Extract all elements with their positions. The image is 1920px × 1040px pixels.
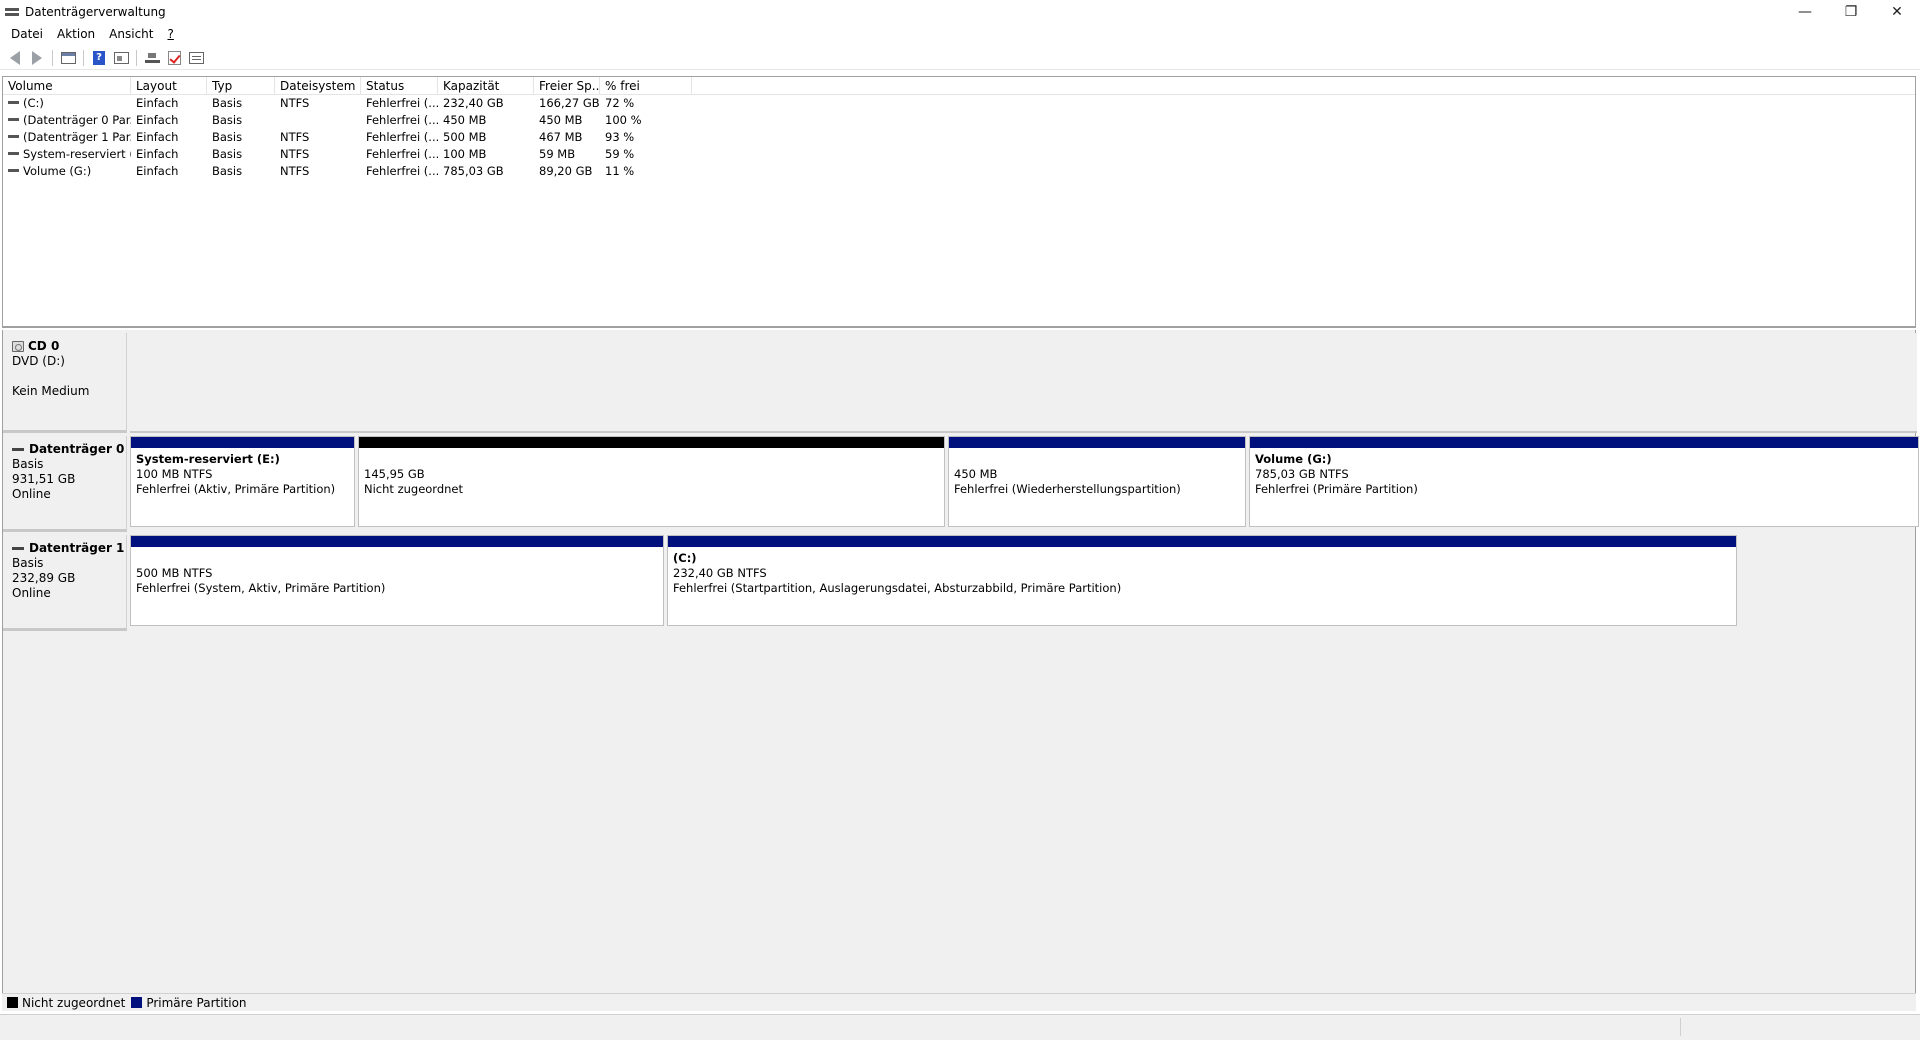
column-header-volume[interactable]: Volume bbox=[3, 77, 131, 94]
forward-button[interactable] bbox=[26, 48, 48, 68]
primary-partition-bar bbox=[668, 536, 1736, 547]
disk0-partitions: System-reserviert (E:) 100 MB NTFS Fehle… bbox=[127, 436, 1920, 532]
column-header-typ[interactable]: Typ bbox=[207, 77, 275, 94]
volume-icon bbox=[8, 135, 19, 138]
connect-disk-button[interactable] bbox=[141, 48, 163, 68]
primary-partition-bar bbox=[1250, 437, 1918, 448]
window-controls: — ❐ ✕ bbox=[1782, 0, 1920, 24]
table-row[interactable]: (Datenträger 0 Par... Einfach Basis Fehl… bbox=[3, 112, 1915, 129]
partition-recovery[interactable]: 450 MB Fehlerfrei (Wiederherstellungspar… bbox=[948, 436, 1246, 527]
properties-icon bbox=[113, 51, 129, 64]
minimize-button[interactable]: — bbox=[1782, 0, 1828, 24]
legend-swatch-unallocated bbox=[7, 997, 18, 1008]
partition-unallocated[interactable]: 145,95 GB Nicht zugeordnet bbox=[358, 436, 945, 527]
partition-volume-g[interactable]: Volume (G:) 785,03 GB NTFS Fehlerfrei (P… bbox=[1249, 436, 1919, 527]
properties-button[interactable] bbox=[110, 48, 132, 68]
primary-partition-bar bbox=[131, 437, 354, 448]
disk-label-cd0[interactable]: CD 0 DVD (D:) Kein Medium bbox=[3, 333, 127, 433]
disk-management-app-icon[interactable] bbox=[4, 4, 20, 20]
list-view-button[interactable] bbox=[185, 48, 207, 68]
status-bar-segment bbox=[1680, 1018, 1920, 1036]
list-view-icon bbox=[188, 51, 204, 64]
forward-icon bbox=[32, 50, 42, 65]
rescan-button[interactable] bbox=[163, 48, 185, 68]
restore-button[interactable]: ❐ bbox=[1828, 0, 1874, 24]
toolbar: ? bbox=[0, 46, 1920, 70]
partition-system-500mb[interactable]: 500 MB NTFS Fehlerfrei (System, Aktiv, P… bbox=[130, 535, 664, 626]
legend: Nicht zugeordnet Primäre Partition bbox=[2, 993, 1916, 1011]
disk-label-disk1[interactable]: Datenträger 1 Basis 232,89 GB Online bbox=[3, 535, 127, 631]
column-header-kapazitaet[interactable]: Kapazität bbox=[438, 77, 534, 94]
hard-disk-icon bbox=[12, 448, 24, 451]
rescan-icon bbox=[167, 50, 181, 65]
back-button[interactable] bbox=[4, 48, 26, 68]
volume-icon bbox=[8, 152, 19, 155]
column-header-status[interactable]: Status bbox=[361, 77, 438, 94]
menu-aktion[interactable]: Aktion bbox=[50, 27, 102, 41]
help-button[interactable]: ? bbox=[88, 48, 110, 68]
legend-primary: Primäre Partition bbox=[131, 996, 247, 1010]
disk-graphical-view: CD 0 DVD (D:) Kein Medium Datenträger 0 … bbox=[2, 330, 1919, 1010]
table-row[interactable]: System-reserviert (... Einfach Basis NTF… bbox=[3, 146, 1915, 163]
disk-label-disk0[interactable]: Datenträger 0 Basis 931,51 GB Online bbox=[3, 436, 127, 532]
legend-unallocated: Nicht zugeordnet bbox=[7, 996, 125, 1010]
disk-row-disk0: Datenträger 0 Basis 931,51 GB Online Sys… bbox=[3, 436, 1920, 532]
primary-partition-bar bbox=[949, 437, 1245, 448]
table-row[interactable]: Volume (G:) Einfach Basis NTFS Fehlerfre… bbox=[3, 163, 1915, 180]
connect-disk-icon bbox=[144, 52, 160, 63]
table-row[interactable]: (Datenträger 1 Par... Einfach Basis NTFS… bbox=[3, 129, 1915, 146]
volume-list[interactable]: Volume Layout Typ Dateisystem Status Kap… bbox=[2, 76, 1916, 328]
table-row[interactable]: (C:) Einfach Basis NTFS Fehlerfrei (... … bbox=[3, 95, 1915, 112]
close-button[interactable]: ✕ bbox=[1874, 0, 1920, 24]
column-header-freier-speicher[interactable]: Freier Sp... bbox=[534, 77, 600, 94]
menu-ansicht[interactable]: Ansicht bbox=[102, 27, 160, 41]
unallocated-bar bbox=[359, 437, 944, 448]
volume-list-header: Volume Layout Typ Dateisystem Status Kap… bbox=[3, 77, 1915, 95]
column-header-layout[interactable]: Layout bbox=[131, 77, 207, 94]
legend-swatch-primary bbox=[131, 997, 143, 1008]
toolbar-separator bbox=[136, 49, 137, 66]
status-bar bbox=[0, 1014, 1920, 1040]
cd-drive-icon bbox=[12, 341, 24, 352]
volume-icon bbox=[8, 118, 19, 121]
menu-bar: Datei Aktion Ansicht ? bbox=[0, 24, 1920, 44]
partition-system-reserviert[interactable]: System-reserviert (E:) 100 MB NTFS Fehle… bbox=[130, 436, 355, 527]
menu-datei[interactable]: Datei bbox=[4, 27, 50, 41]
volume-icon bbox=[8, 169, 19, 172]
help-icon: ? bbox=[93, 50, 105, 65]
volume-icon bbox=[8, 101, 19, 104]
toolbar-separator bbox=[83, 49, 84, 66]
disk-row-disk1: Datenträger 1 Basis 232,89 GB Online 500… bbox=[3, 535, 1740, 631]
hard-disk-icon bbox=[12, 547, 24, 550]
primary-partition-bar bbox=[131, 536, 663, 547]
console-tree-icon bbox=[60, 51, 76, 64]
disk1-partitions: 500 MB NTFS Fehlerfrei (System, Aktiv, P… bbox=[127, 535, 1740, 631]
toolbar-separator bbox=[52, 49, 53, 66]
disk-row-cd0: CD 0 DVD (D:) Kein Medium bbox=[3, 333, 127, 433]
menu-help[interactable]: ? bbox=[160, 27, 180, 41]
back-icon bbox=[10, 50, 20, 65]
window-title: Datenträgerverwaltung bbox=[25, 5, 166, 19]
console-tree-button[interactable] bbox=[57, 48, 79, 68]
column-header-dateisystem[interactable]: Dateisystem bbox=[275, 77, 361, 94]
partition-c[interactable]: (C:) 232,40 GB NTFS Fehlerfrei (Startpar… bbox=[667, 535, 1737, 626]
column-header-prozent-frei[interactable]: % frei bbox=[600, 77, 692, 94]
cd0-empty-area bbox=[130, 333, 1917, 433]
title-bar: Datenträgerverwaltung — ❐ ✕ bbox=[0, 0, 1920, 24]
